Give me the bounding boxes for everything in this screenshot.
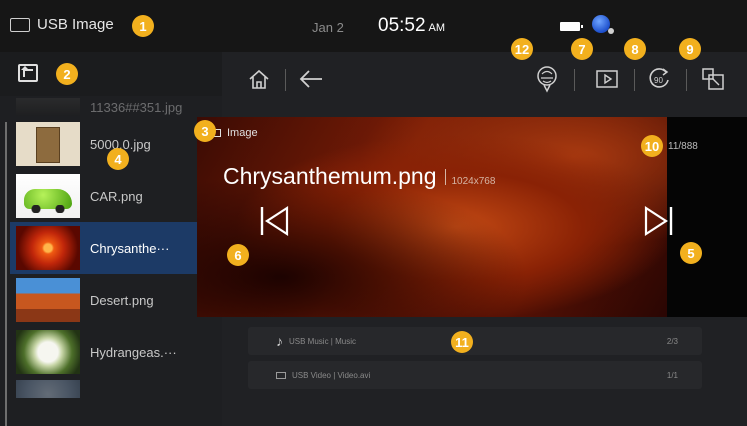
list-item[interactable]: Desert.png [10,274,222,326]
scrollbar[interactable] [5,122,7,426]
queue-label: USB Video | Video.avi [292,370,371,380]
file-name: 11336##351.jpg [90,99,183,115]
status-time: 05:52 AM [378,15,445,37]
toolbar-divider [686,69,687,91]
resize-icon [702,68,724,90]
slideshow-icon [596,70,618,88]
svg-text:90: 90 [654,76,663,85]
video-icon [276,371,286,379]
status-date: Jan 2 [312,20,344,35]
callout-badge: 12 [511,38,533,60]
map-pin-icon [537,66,557,93]
resize-button[interactable] [696,62,730,96]
viewer-folder-label: Image [227,127,258,139]
status-ampm: AM [428,22,446,34]
title-divider [444,169,446,185]
list-item[interactable]: Hydrangeas.··· [10,326,222,378]
music-note-icon: ♪ [276,333,283,349]
file-thumbnail [16,226,80,270]
callout-badge: 2 [56,63,78,85]
file-thumbnail [16,380,80,398]
callout-badge: 8 [624,38,646,60]
file-name: Chrysanthe··· [90,240,170,256]
previous-button[interactable] [257,203,291,239]
callout-badge: 7 [571,38,593,60]
toolbar-divider [634,69,635,91]
viewer-title: Chrysanthemum.png 1024x768 [223,163,495,190]
rotate-button[interactable]: 90 [642,62,676,96]
file-thumbnail [16,174,80,218]
callout-badge: 4 [107,148,129,170]
file-name: Desert.png [90,292,154,308]
slideshow-button[interactable] [590,62,624,96]
file-thumbnail [16,330,80,374]
previous-icon [260,205,289,237]
file-list-panel: 11336##351.jpg 5000.0.jpg CAR.png Chrysa… [0,52,222,426]
file-name: Hydrangeas.··· [90,344,177,360]
back-arrow-icon [299,70,322,88]
usb-source-icon [10,17,30,32]
status-time-value: 05:52 [378,15,426,36]
back-button[interactable] [294,62,328,96]
queue-count: 1/1 [666,370,678,380]
callout-badge: 1 [132,15,154,37]
callout-badge: 11 [451,331,473,353]
globe-indicator-dot [608,28,614,34]
main-area: 90 ♪ USB Music | Music 2/3 USB Video | Vi… [197,52,747,426]
up-folder-icon[interactable] [18,64,38,82]
callout-badge: 9 [679,38,701,60]
toolbar-divider [285,69,286,91]
file-thumbnail [16,98,80,116]
file-thumbnail [16,278,80,322]
list-item[interactable]: ♪ USB Music | Music 2/3 [248,327,702,355]
file-thumbnail [16,122,80,166]
viewer-folder: Image [211,127,258,139]
file-list: 11336##351.jpg 5000.0.jpg CAR.png Chrysa… [10,96,222,400]
file-name: CAR.png [90,188,143,204]
source-label: USB Image [37,16,114,33]
toolbar: 90 [222,52,747,110]
list-item-selected[interactable]: Chrysanthe··· [10,222,222,274]
next-icon [644,205,673,237]
file-list-header [0,52,222,96]
callout-badge: 6 [227,244,249,266]
home-icon [249,69,269,89]
callout-badge: 3 [194,120,216,142]
viewer-filename: Chrysanthemum.png [223,163,437,189]
rotate-90-icon: 90 [649,68,669,88]
next-button[interactable] [642,203,676,239]
queue-label: USB Music | Music [289,336,356,346]
background-queue: ♪ USB Music | Music 2/3 USB Video | Video… [248,327,702,395]
queue-count: 2/3 [666,336,678,346]
toolbar-divider [574,69,575,91]
callout-badge: 5 [680,242,702,264]
callout-badge: 10 [641,135,663,157]
home-button[interactable] [242,62,276,96]
list-item[interactable]: 11336##351.jpg [10,96,222,118]
battery-icon [560,22,583,31]
source-indicator: USB Image [10,16,114,33]
image-viewer[interactable]: Image Chrysanthemum.png 1024x768 [197,117,667,317]
list-item[interactable] [10,378,222,400]
list-item[interactable]: USB Video | Video.avi 1/1 [248,361,702,389]
viewer-counter: 11/888 [668,141,698,152]
list-item[interactable]: CAR.png [10,170,222,222]
map-button[interactable] [530,62,564,96]
viewer-resolution: 1024x768 [451,176,496,187]
